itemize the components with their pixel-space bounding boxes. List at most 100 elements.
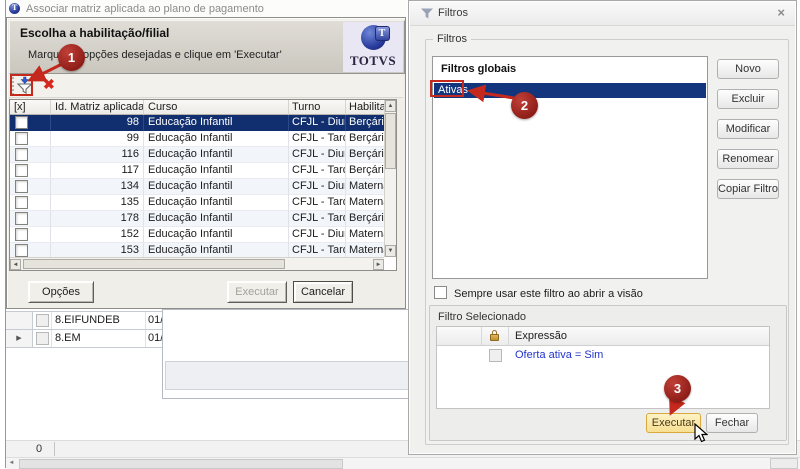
scroll-down-icon[interactable]: ▼ bbox=[385, 245, 396, 257]
executar-button[interactable]: Executar bbox=[646, 413, 701, 433]
row-checkbox[interactable] bbox=[15, 164, 28, 177]
cell-turno[interactable]: CFJL - Tarde bbox=[289, 243, 346, 257]
filter-side-button-modificar[interactable]: Modificar bbox=[717, 119, 779, 139]
cell-habilitacao[interactable]: Berçário II bbox=[346, 147, 384, 163]
table-row[interactable]: 178Educação InfantilCFJL - TardeBerçário… bbox=[10, 211, 384, 227]
filter-side-button-excluir[interactable]: Excluir bbox=[717, 89, 779, 109]
row-checkbox-cell[interactable] bbox=[33, 312, 52, 329]
cell-habilitacao[interactable]: Maternal I bbox=[346, 243, 384, 257]
row-checkbox-cell[interactable] bbox=[10, 227, 51, 243]
row-checkbox[interactable] bbox=[15, 228, 28, 241]
cell-curso[interactable]: Educação Infantil bbox=[144, 211, 289, 227]
cell-habilitacao[interactable]: Berçário I bbox=[346, 131, 384, 147]
cell-turno[interactable]: CFJL - Tarde bbox=[289, 131, 346, 147]
column-header-check[interactable]: [x] bbox=[10, 100, 51, 115]
row-checkbox[interactable] bbox=[15, 244, 28, 257]
fechar-button[interactable]: Fechar bbox=[706, 413, 758, 433]
cell-id[interactable]: 152 bbox=[51, 227, 144, 243]
cell-id[interactable]: 99 bbox=[51, 131, 144, 147]
table-row[interactable]: 116Educação InfantilCFJL - DiurnoBerçári… bbox=[10, 147, 384, 163]
row-checkbox[interactable] bbox=[15, 116, 28, 129]
row-checkbox[interactable] bbox=[15, 148, 28, 161]
cell-curso[interactable]: Educação Infantil bbox=[144, 147, 289, 163]
table-row[interactable]: 117Educação InfantilCFJL - TardeBerçário… bbox=[10, 163, 384, 179]
background-grid-row[interactable]: 8.EIFUNDEB01/ bbox=[6, 312, 162, 330]
cell-curso[interactable]: Educação Infantil bbox=[144, 243, 289, 257]
cell-habilitacao[interactable]: Maternal I bbox=[346, 179, 384, 195]
cell-habilitacao[interactable]: Maternal I bbox=[346, 227, 384, 243]
column-header-habilitacao[interactable]: Habilitação bbox=[346, 100, 384, 115]
expression-checkbox[interactable] bbox=[489, 349, 502, 362]
cell-curso[interactable]: Educação Infantil bbox=[144, 115, 289, 131]
cell-turno[interactable]: CFJL - Diurno bbox=[289, 115, 346, 131]
cancelar-button[interactable]: Cancelar bbox=[293, 281, 353, 303]
row-checkbox-cell[interactable] bbox=[10, 163, 51, 179]
cell-habilitacao[interactable]: Berçário I bbox=[346, 115, 384, 131]
cell-curso[interactable]: Educação Infantil bbox=[144, 131, 289, 147]
close-icon[interactable]: × bbox=[777, 5, 785, 20]
row-checkbox[interactable] bbox=[36, 332, 49, 345]
row-checkbox[interactable] bbox=[15, 132, 28, 145]
cell-id[interactable]: 117 bbox=[51, 163, 144, 179]
cell-curso[interactable]: Educação Infantil bbox=[144, 179, 289, 195]
column-header-id[interactable]: Id. Matriz aplicada bbox=[51, 100, 144, 115]
bottom-scrollbar[interactable]: ◄ bbox=[6, 457, 800, 469]
cell-turno[interactable]: CFJL - Tarde bbox=[289, 163, 346, 179]
cell-curso[interactable]: Educação Infantil bbox=[144, 227, 289, 243]
cell-curso[interactable]: Educação Infantil bbox=[144, 163, 289, 179]
table-row[interactable]: 152Educação InfantilCFJL - DiurnoMaterna… bbox=[10, 227, 384, 243]
filter-side-button-renomear[interactable]: Renomear bbox=[717, 149, 779, 169]
cell-id[interactable]: 134 bbox=[51, 179, 144, 195]
row-checkbox[interactable] bbox=[36, 314, 49, 327]
cell-turno[interactable]: CFJL - Tarde bbox=[289, 211, 346, 227]
column-header-curso[interactable]: Curso bbox=[144, 100, 289, 115]
scroll-left-icon[interactable]: ◄ bbox=[10, 259, 21, 270]
row-checkbox-cell[interactable] bbox=[10, 115, 51, 131]
filter-side-button-copiar-filtro[interactable]: Copiar Filtro bbox=[717, 179, 779, 199]
executar-button-disabled[interactable]: Executar bbox=[227, 281, 287, 303]
filters-listbox[interactable]: Filtros globais Ativas bbox=[432, 56, 708, 279]
cell-habilitacao[interactable]: Berçário II bbox=[346, 211, 384, 227]
cell-id[interactable]: 98 bbox=[51, 115, 144, 131]
clear-filter-icon[interactable]: ✖ bbox=[43, 76, 55, 93]
assoc-dialog-titlebar[interactable]: Associar matriz aplicada ao plano de pag… bbox=[6, 0, 406, 17]
row-checkbox[interactable] bbox=[15, 212, 28, 225]
cell-habilitacao[interactable]: Berçário II bbox=[346, 163, 384, 179]
row-selector-cell[interactable] bbox=[6, 312, 33, 329]
background-grid-row[interactable]: ▶8.EM01/ bbox=[6, 330, 162, 348]
table-vertical-scrollbar[interactable]: ▲ ▼ bbox=[384, 100, 396, 257]
scrollbar-thumb[interactable] bbox=[23, 259, 285, 269]
row-checkbox-cell[interactable] bbox=[10, 243, 51, 257]
always-use-filter-row[interactable]: Sempre usar este filtro ao abrir a visão bbox=[434, 286, 643, 300]
scrollbar-thumb[interactable] bbox=[385, 113, 396, 169]
table-row[interactable]: 98Educação InfantilCFJL - DiurnoBerçário… bbox=[10, 115, 384, 131]
assoc-grid-header[interactable]: [x] Id. Matriz aplicada Curso Turno Habi… bbox=[10, 100, 384, 115]
column-header-turno[interactable]: Turno bbox=[289, 100, 346, 115]
expression-row[interactable]: Oferta ativa = Sim bbox=[437, 346, 769, 364]
cell-habilitacao[interactable]: Maternal I bbox=[346, 195, 384, 211]
filters-dialog-titlebar[interactable]: Filtros × bbox=[410, 2, 795, 26]
cell-id[interactable]: 153 bbox=[51, 243, 144, 257]
row-checkbox-cell[interactable] bbox=[10, 195, 51, 211]
scroll-right-icon[interactable]: ► bbox=[373, 259, 384, 270]
row-checkbox[interactable] bbox=[15, 196, 28, 209]
row-checkbox-cell[interactable] bbox=[10, 147, 51, 163]
row-checkbox-cell[interactable] bbox=[10, 179, 51, 195]
always-use-checkbox[interactable] bbox=[434, 286, 447, 299]
cell-id[interactable]: 135 bbox=[51, 195, 144, 211]
row-indicator-icon[interactable]: ▶ bbox=[6, 330, 33, 347]
table-horizontal-scrollbar[interactable]: ◄ ► bbox=[10, 257, 384, 270]
row-checkbox-cell[interactable] bbox=[10, 131, 51, 147]
scroll-left-icon[interactable]: ◄ bbox=[6, 458, 17, 468]
cell-turno[interactable]: CFJL - Diurno bbox=[289, 147, 346, 163]
cell-curso[interactable]: Educação Infantil bbox=[144, 195, 289, 211]
row-checkbox-cell[interactable] bbox=[10, 211, 51, 227]
scroll-up-icon[interactable]: ▲ bbox=[385, 100, 396, 112]
cell-turno[interactable]: CFJL - Diurno bbox=[289, 227, 346, 243]
cell-id[interactable]: 178 bbox=[51, 211, 144, 227]
filter-list-item-selected[interactable]: Ativas bbox=[434, 83, 706, 98]
table-row[interactable]: 153Educação InfantilCFJL - TardeMaternal… bbox=[10, 243, 384, 257]
filter-side-button-novo[interactable]: Novo bbox=[717, 59, 779, 79]
row-checkbox[interactable] bbox=[15, 180, 28, 193]
table-row[interactable]: 134Educação InfantilCFJL - DiurnoMaterna… bbox=[10, 179, 384, 195]
